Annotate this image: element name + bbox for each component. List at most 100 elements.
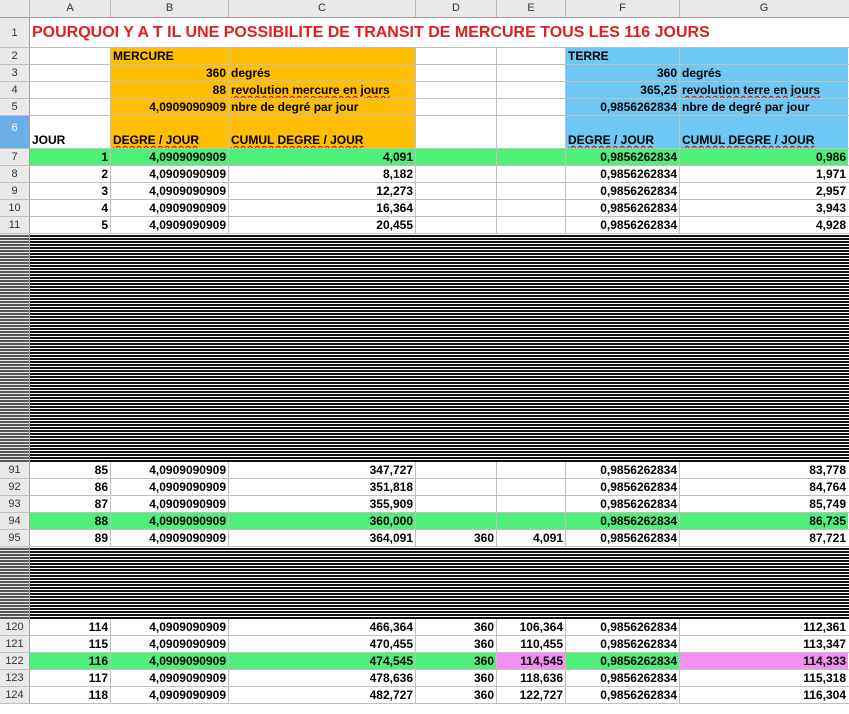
column-header-f[interactable]: F (566, 0, 680, 17)
degre-jour-cell[interactable]: 4,0909090909 (111, 687, 229, 703)
degre-jour-cell[interactable]: 4,0909090909 (111, 149, 229, 165)
mercure-per-day-label-cell[interactable]: nbre de degré par jour (229, 99, 416, 115)
d-cell[interactable] (416, 513, 497, 529)
mercure-degrees-label-cell[interactable]: degrés (229, 65, 416, 81)
e-cell[interactable]: 106,364 (497, 619, 566, 635)
cell[interactable] (497, 99, 566, 115)
e-cell[interactable] (497, 217, 566, 233)
terre-degre-jour-header-cell[interactable]: DEGRE / JOUR (566, 116, 680, 148)
cell[interactable] (229, 48, 416, 64)
d-cell[interactable]: 360 (416, 653, 497, 669)
select-all-corner[interactable] (0, 0, 30, 17)
e-cell[interactable] (497, 183, 566, 199)
terre-degre-jour-cell[interactable]: 0,9856262834 (566, 183, 680, 199)
d-cell[interactable]: 360 (416, 636, 497, 652)
terre-degre-jour-cell[interactable]: 0,9856262834 (566, 619, 680, 635)
d-cell[interactable] (416, 217, 497, 233)
row-header[interactable]: 6 (0, 116, 30, 148)
cumul-cell[interactable]: 474,545 (229, 653, 416, 669)
degre-jour-header-cell[interactable]: DEGRE / JOUR (111, 116, 229, 148)
cumul-cell[interactable]: 4,091 (229, 149, 416, 165)
e-cell[interactable]: 122,727 (497, 687, 566, 703)
cumul-cell[interactable]: 364,091 (229, 530, 416, 546)
degre-jour-cell[interactable]: 4,0909090909 (111, 183, 229, 199)
jour-cell[interactable]: 5 (30, 217, 111, 233)
terre-revolution-label-cell[interactable]: revolution terre en jours (680, 82, 848, 98)
e-cell[interactable]: 4,091 (497, 530, 566, 546)
row-header[interactable]: 11 (0, 217, 30, 233)
row-header[interactable]: 8 (0, 166, 30, 182)
degre-jour-cell[interactable]: 4,0909090909 (111, 200, 229, 216)
cell[interactable] (416, 48, 497, 64)
cell[interactable] (497, 82, 566, 98)
row-header[interactable]: 4 (0, 82, 30, 98)
terre-degrees-cell[interactable]: 360 (566, 65, 680, 81)
jour-cell[interactable]: 114 (30, 619, 111, 635)
cell[interactable] (30, 65, 111, 81)
jour-cell[interactable]: 116 (30, 653, 111, 669)
cell[interactable] (497, 48, 566, 64)
cell[interactable] (30, 82, 111, 98)
terre-degre-jour-cell[interactable]: 0,9856262834 (566, 462, 680, 478)
degre-jour-cell[interactable]: 4,0909090909 (111, 619, 229, 635)
cumul-cell[interactable]: 466,364 (229, 619, 416, 635)
cell[interactable] (497, 65, 566, 81)
terre-cumul-cell[interactable]: 113,347 (680, 636, 848, 652)
cumul-cell[interactable]: 12,273 (229, 183, 416, 199)
row-header[interactable]: 124 (0, 687, 30, 703)
terre-degre-jour-cell[interactable]: 0,9856262834 (566, 687, 680, 703)
row-header[interactable]: 95 (0, 530, 30, 546)
cumul-header-cell[interactable]: CUMUL DEGRE / JOUR (229, 116, 416, 148)
e-cell[interactable] (497, 200, 566, 216)
degre-jour-cell[interactable]: 4,0909090909 (111, 217, 229, 233)
terre-cumul-cell[interactable]: 1,971 (680, 166, 848, 182)
d-cell[interactable] (416, 200, 497, 216)
row-header[interactable]: 93 (0, 496, 30, 512)
cumul-cell[interactable]: 482,727 (229, 687, 416, 703)
row-header[interactable]: 94 (0, 513, 30, 529)
jour-cell[interactable]: 85 (30, 462, 111, 478)
row-header[interactable]: 120 (0, 619, 30, 635)
cumul-cell[interactable]: 20,455 (229, 217, 416, 233)
degre-jour-cell[interactable]: 4,0909090909 (111, 462, 229, 478)
e-cell[interactable] (497, 513, 566, 529)
d-cell[interactable] (416, 183, 497, 199)
row-header[interactable]: 121 (0, 636, 30, 652)
terre-label-cell[interactable]: TERRE (566, 48, 680, 64)
row-header[interactable]: 3 (0, 65, 30, 81)
jour-cell[interactable]: 2 (30, 166, 111, 182)
terre-cumul-cell[interactable]: 3,943 (680, 200, 848, 216)
mercure-degrees-cell[interactable]: 360 (111, 65, 229, 81)
terre-degre-jour-cell[interactable]: 0,9856262834 (566, 653, 680, 669)
cell[interactable] (30, 99, 111, 115)
jour-cell[interactable]: 1 (30, 149, 111, 165)
column-header-a[interactable]: A (30, 0, 111, 17)
column-header-d[interactable]: D (416, 0, 497, 17)
terre-degre-jour-cell[interactable]: 0,9856262834 (566, 670, 680, 686)
terre-cumul-cell[interactable]: 112,361 (680, 619, 848, 635)
mercure-label-cell[interactable]: MERCURE (111, 48, 229, 64)
jour-cell[interactable]: 115 (30, 636, 111, 652)
terre-degre-jour-cell[interactable]: 0,9856262834 (566, 496, 680, 512)
compressed-row-headers[interactable] (0, 547, 30, 619)
terre-degrees-label-cell[interactable]: degrés (680, 65, 848, 81)
terre-degre-jour-cell[interactable]: 0,9856262834 (566, 636, 680, 652)
cumul-cell[interactable]: 16,364 (229, 200, 416, 216)
d-cell[interactable] (416, 149, 497, 165)
e-cell[interactable]: 110,455 (497, 636, 566, 652)
d-cell[interactable] (416, 462, 497, 478)
degre-jour-cell[interactable]: 4,0909090909 (111, 479, 229, 495)
cell[interactable] (416, 99, 497, 115)
cumul-cell[interactable]: 355,909 (229, 496, 416, 512)
cumul-cell[interactable]: 351,818 (229, 479, 416, 495)
jour-cell[interactable]: 118 (30, 687, 111, 703)
jour-header-cell[interactable]: JOUR (30, 116, 111, 148)
cell[interactable] (416, 116, 497, 148)
jour-cell[interactable]: 87 (30, 496, 111, 512)
e-cell[interactable] (497, 479, 566, 495)
terre-cumul-cell[interactable]: 114,333 (680, 653, 848, 669)
jour-cell[interactable]: 89 (30, 530, 111, 546)
row-header[interactable]: 9 (0, 183, 30, 199)
terre-cumul-cell[interactable]: 0,986 (680, 149, 848, 165)
degre-jour-cell[interactable]: 4,0909090909 (111, 670, 229, 686)
